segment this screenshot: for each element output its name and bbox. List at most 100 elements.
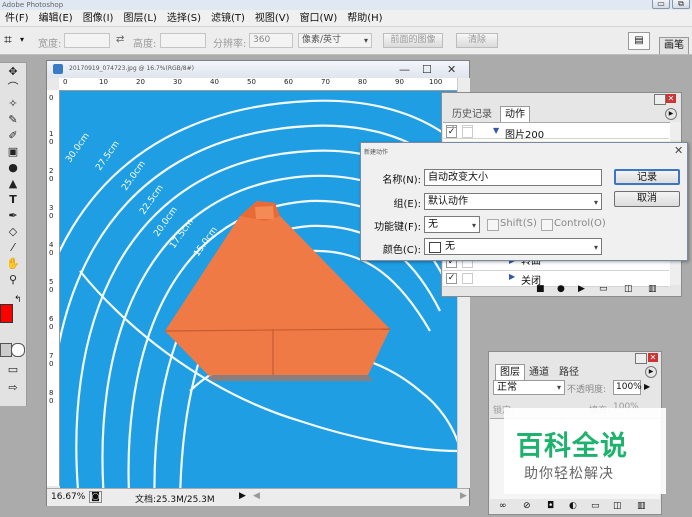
zoom-tool-icon[interactable]: ⚲ — [3, 273, 23, 287]
adjustment-icon[interactable]: ◐ — [569, 501, 577, 511]
scroll-right-icon[interactable]: ▶ — [460, 491, 467, 501]
record-icon[interactable]: ● — [557, 284, 565, 294]
brush-tool-icon[interactable]: ✎ — [3, 113, 23, 127]
set-label: 组(E): — [393, 199, 422, 210]
group-icon[interactable]: ▭ — [591, 501, 600, 511]
close-icon[interactable]: ✕ — [447, 63, 456, 76]
fkey-label: 功能键(F): — [374, 222, 421, 233]
hand-tool-icon[interactable]: ✋ — [3, 257, 23, 271]
fkey-select[interactable]: 无 ▾ — [424, 216, 480, 233]
dialog-toggle[interactable] — [462, 127, 473, 138]
lasso-tool-icon[interactable]: ⌒ — [3, 81, 23, 95]
chevron-down-icon[interactable]: ▼ — [493, 126, 499, 135]
shape-tool-icon[interactable]: ◇ — [3, 225, 23, 239]
name-input[interactable]: 自动改变大小 — [424, 169, 602, 186]
shift-checkbox[interactable] — [487, 219, 499, 231]
history-brush-icon[interactable]: ✐ — [3, 129, 23, 143]
swap-colors-icon[interactable]: ↰ — [14, 295, 22, 305]
foreground-color-swatch[interactable] — [0, 304, 13, 323]
jump-to-icon[interactable]: ⇨ — [3, 381, 23, 395]
record-button[interactable]: 记录 — [614, 169, 680, 185]
move-tool-icon[interactable]: ✥ — [3, 65, 23, 79]
menu-file[interactable]: 件(F) — [0, 10, 34, 27]
gradient-tool-icon[interactable]: ▣ — [3, 145, 23, 159]
chevron-down-icon: ▾ — [593, 243, 598, 252]
menu-edit[interactable]: 编辑(E) — [34, 10, 78, 27]
eyedropper-icon[interactable]: ⁄ — [3, 241, 23, 255]
close-panel-icon[interactable]: ✕ — [666, 94, 676, 103]
maximize-icon[interactable]: ☐ — [422, 63, 432, 76]
camera-icon[interactable]: ◙ — [89, 491, 102, 503]
panel-menu-icon[interactable]: ▶ — [665, 108, 677, 120]
set-select[interactable]: 默认动作 ▾ — [424, 193, 602, 210]
scroll-left-icon[interactable]: ◀ — [253, 491, 260, 501]
mask-icon[interactable]: ◘ — [547, 501, 554, 511]
minimize-icon[interactable]: — — [399, 63, 410, 76]
actions-panel-tabs: 历史记录 动作 ▶ — [442, 105, 681, 122]
tab-paths[interactable]: 路径 — [555, 365, 583, 380]
menu-filter[interactable]: 滤镜(T) — [206, 10, 250, 27]
opacity-input[interactable]: 100% — [613, 380, 642, 395]
path-selection-icon[interactable]: ▲ — [3, 177, 23, 191]
menu-view[interactable]: 视图(V) — [250, 10, 295, 27]
chevron-down-icon[interactable]: ▾ — [20, 35, 24, 44]
dialog-toggle[interactable] — [462, 273, 473, 284]
close-panel-icon[interactable]: ✕ — [648, 353, 658, 362]
tab-history[interactable]: 历史记录 — [448, 107, 496, 122]
fx-icon[interactable]: ⊘ — [523, 501, 531, 511]
crop-tool-icon[interactable]: ⌗ — [4, 32, 12, 48]
new-action-icon[interactable]: ◫ — [624, 284, 633, 294]
menu-help[interactable]: 帮助(H) — [342, 10, 387, 27]
control-checkbox[interactable] — [541, 219, 553, 231]
resolution-input[interactable]: 360 — [249, 33, 293, 48]
menu-layer[interactable]: 图层(L) — [118, 10, 161, 27]
clear-button[interactable]: 清除 — [456, 33, 498, 48]
chevron-right-icon[interactable]: ▶ — [509, 272, 515, 281]
screen-mode-icon[interactable]: ▭ — [3, 363, 23, 377]
pen-tool-icon[interactable]: ✒ — [3, 209, 23, 223]
tab-layers[interactable]: 图层 — [495, 364, 525, 380]
minimize-panel-icon[interactable] — [654, 94, 666, 105]
ruler-tick: 20 — [136, 78, 145, 86]
link-icon[interactable]: ∞ — [499, 501, 507, 511]
minimize-panel-icon[interactable] — [635, 353, 647, 364]
trash-icon[interactable]: ▥ — [648, 284, 657, 294]
menu-image[interactable]: 图像(I) — [78, 10, 119, 27]
new-layer-icon[interactable]: ◫ — [613, 501, 622, 511]
menu-select[interactable]: 选择(S) — [162, 10, 206, 27]
width-input[interactable] — [64, 33, 110, 48]
toggle-check[interactable]: ✓ — [446, 273, 457, 284]
menu-bar: 件(F) 编辑(E) 图像(I) 图层(L) 选择(S) 滤镜(T) 视图(V)… — [0, 10, 692, 27]
magic-wand-icon[interactable]: ✧ — [3, 97, 23, 111]
tab-actions[interactable]: 动作 — [500, 106, 530, 122]
quick-mask-icon[interactable] — [11, 343, 25, 357]
cancel-button[interactable]: 取消 — [614, 191, 680, 207]
swap-icon[interactable]: ⇄ — [116, 34, 124, 45]
color-select[interactable]: 无 ▾ — [424, 238, 602, 255]
menu-window[interactable]: 窗口(W) — [295, 10, 343, 27]
palette-well-icon[interactable]: ▤ — [628, 32, 650, 50]
tab-brushes[interactable]: 画笔 — [659, 37, 689, 54]
tab-channels[interactable]: 通道 — [525, 365, 553, 380]
type-tool-icon[interactable]: T — [3, 193, 23, 207]
play-icon[interactable]: ▶ — [578, 284, 585, 294]
action-row[interactable]: ✓ ▼ 图片200 — [443, 125, 669, 141]
blend-mode-select[interactable]: 正常 ▾ — [493, 380, 565, 395]
restore-button[interactable]: ▭ — [652, 0, 670, 9]
zoom-level[interactable]: 16.67% — [51, 492, 85, 502]
maximize-button[interactable]: ⧉ — [672, 0, 690, 9]
height-input[interactable] — [160, 33, 206, 48]
chevron-right-icon[interactable]: ▶ — [644, 382, 650, 391]
stop-icon[interactable]: ■ — [536, 284, 545, 294]
front-image-button[interactable]: 前面的图像 — [383, 33, 443, 48]
new-set-icon[interactable]: ▭ — [599, 284, 608, 294]
panel-menu-icon[interactable]: ▶ — [645, 366, 657, 378]
width-label: 宽度: — [38, 39, 62, 50]
layers-footer: ∞ ⊘ ◘ ◐ ▭ ◫ ▥ — [489, 500, 661, 514]
unit-select[interactable]: 像素/英寸 ▾ — [298, 33, 372, 48]
close-icon[interactable]: ✕ — [674, 144, 683, 157]
trash-icon[interactable]: ▥ — [637, 501, 646, 511]
status-menu-icon[interactable]: ▶ — [239, 491, 246, 501]
toggle-check[interactable]: ✓ — [446, 127, 457, 138]
dodge-tool-icon[interactable]: ● — [3, 161, 23, 175]
